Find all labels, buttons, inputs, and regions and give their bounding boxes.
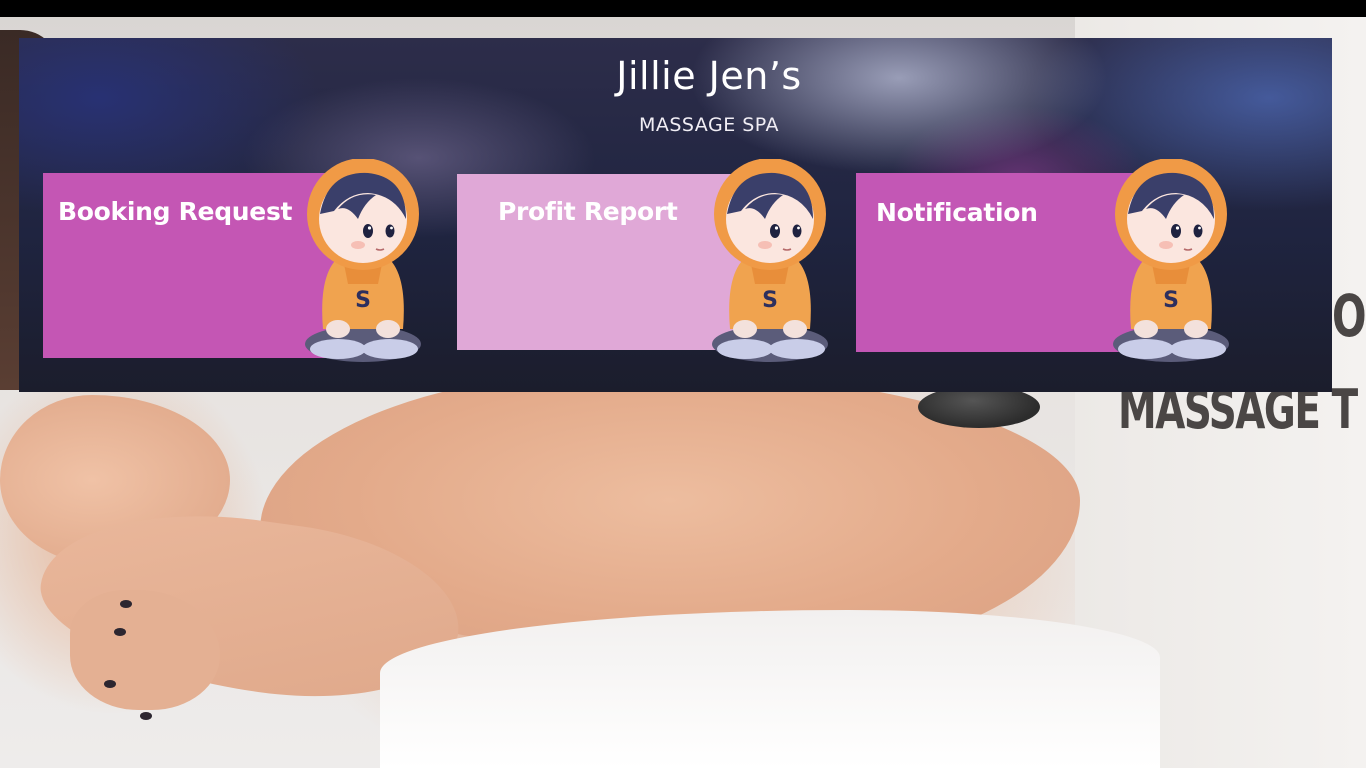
hot-stone bbox=[918, 386, 1040, 428]
brand-subtitle: MASSAGE SPA bbox=[638, 114, 780, 136]
background-text-line-1: ON bbox=[1332, 282, 1366, 350]
booking-request-label: Booking Request bbox=[58, 197, 293, 226]
profit-report-label: Profit Report bbox=[498, 197, 678, 226]
header-banner: Jillie Jen’s MASSAGE SPA Booking Request… bbox=[19, 38, 1332, 392]
screen: ON MASSAGE T Jillie Jen’s MASSAGE SPA Bo… bbox=[0, 0, 1366, 768]
background-sheet bbox=[380, 610, 1160, 768]
brand-title: Jillie Jen’s bbox=[616, 54, 802, 98]
hooded-child-mascot-icon[interactable]: S bbox=[298, 159, 428, 369]
mascot-shirt-letter: S bbox=[1163, 288, 1179, 313]
nail-shape bbox=[120, 600, 132, 608]
notification-label: Notification bbox=[876, 198, 1038, 227]
nail-shape bbox=[114, 628, 126, 636]
hooded-child-mascot-icon[interactable]: S bbox=[1106, 159, 1236, 369]
nail-shape bbox=[140, 712, 152, 720]
top-black-bar bbox=[0, 0, 1366, 17]
hooded-child-mascot-icon[interactable]: S bbox=[705, 159, 835, 369]
mascot-shirt-letter: S bbox=[355, 288, 371, 313]
nail-shape bbox=[104, 680, 116, 688]
mascot-shirt-letter: S bbox=[762, 288, 778, 313]
